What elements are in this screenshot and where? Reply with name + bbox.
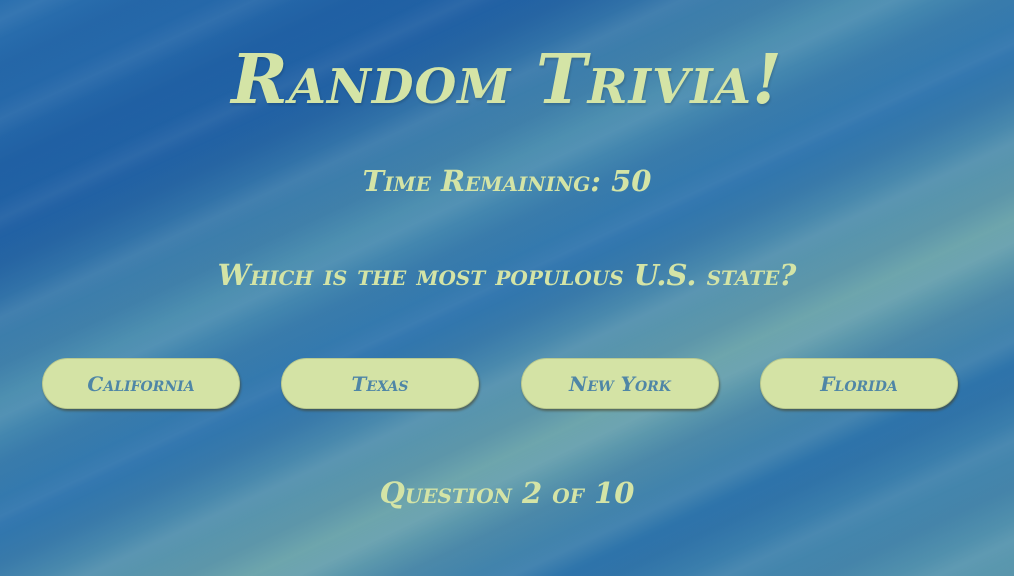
answer-button-texas[interactable]: Texas xyxy=(281,358,479,409)
answer-button-florida[interactable]: Florida xyxy=(760,358,958,409)
trivia-screen: Random Trivia! Time Remaining: 50 Which … xyxy=(0,0,1014,576)
time-remaining: Time Remaining: 50 xyxy=(362,164,652,198)
answer-options: California Texas New York Florida xyxy=(0,358,1014,412)
question-progress: Question 2 of 10 xyxy=(379,476,635,510)
answer-button-california[interactable]: California xyxy=(42,358,240,409)
game-title: Random Trivia! xyxy=(231,40,783,120)
answer-button-new-york[interactable]: New York xyxy=(521,358,719,409)
question-text: Which is the most populous U.S. state? xyxy=(217,258,797,292)
